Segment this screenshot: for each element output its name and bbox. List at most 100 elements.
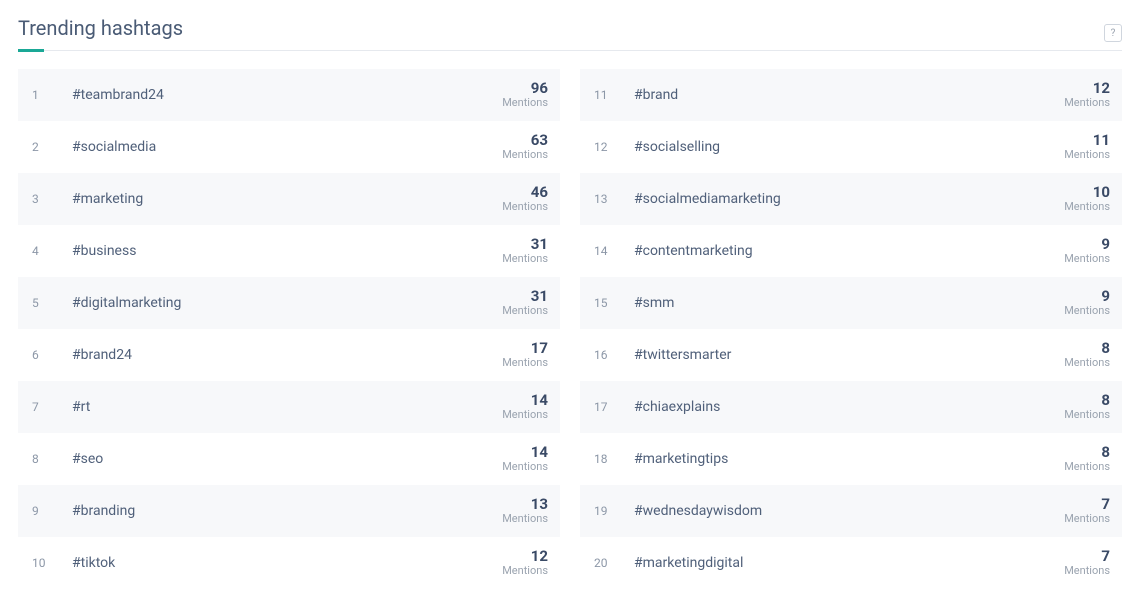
metrics: 10 Mentions bbox=[1064, 184, 1110, 214]
list-item[interactable]: 11 #brand 12 Mentions bbox=[580, 69, 1122, 121]
mentions-label: Mentions bbox=[1064, 461, 1110, 474]
metrics: 8 Mentions bbox=[1064, 444, 1110, 474]
rank-number: 4 bbox=[28, 244, 72, 258]
mention-count: 12 bbox=[502, 548, 548, 565]
list-item[interactable]: 8 #seo 14 Mentions bbox=[18, 433, 560, 485]
mention-count: 8 bbox=[1064, 340, 1110, 357]
list-item[interactable]: 20 #marketingdigital 7 Mentions bbox=[580, 537, 1122, 589]
mentions-label: Mentions bbox=[1064, 97, 1110, 110]
hashtag-text: #branding bbox=[72, 503, 502, 519]
mentions-label: Mentions bbox=[502, 97, 548, 110]
metrics: 9 Mentions bbox=[1064, 288, 1110, 318]
list-item[interactable]: 12 #socialselling 11 Mentions bbox=[580, 121, 1122, 173]
help-button[interactable]: ? bbox=[1104, 24, 1122, 42]
rank-number: 5 bbox=[28, 296, 72, 310]
list-item[interactable]: 1 #teambrand24 96 Mentions bbox=[18, 69, 560, 121]
rank-number: 1 bbox=[28, 88, 72, 102]
mention-count: 17 bbox=[502, 340, 548, 357]
rank-number: 2 bbox=[28, 140, 72, 154]
mentions-label: Mentions bbox=[502, 201, 548, 214]
rank-number: 16 bbox=[590, 348, 634, 362]
mention-count: 14 bbox=[502, 392, 548, 409]
rank-number: 15 bbox=[590, 296, 634, 310]
list-item[interactable]: 7 #rt 14 Mentions bbox=[18, 381, 560, 433]
mention-count: 31 bbox=[502, 236, 548, 253]
list-item[interactable]: 5 #digitalmarketing 31 Mentions bbox=[18, 277, 560, 329]
mentions-label: Mentions bbox=[1064, 409, 1110, 422]
metrics: 46 Mentions bbox=[502, 184, 548, 214]
hashtag-column-left: 1 #teambrand24 96 Mentions 2 #socialmedi… bbox=[18, 69, 560, 589]
hashtag-column-right: 11 #brand 12 Mentions 12 #socialselling … bbox=[580, 69, 1122, 589]
hashtag-text: #contentmarketing bbox=[634, 243, 1064, 259]
rank-number: 3 bbox=[28, 192, 72, 206]
list-item[interactable]: 16 #twittersmarter 8 Mentions bbox=[580, 329, 1122, 381]
hashtag-text: #teambrand24 bbox=[72, 87, 502, 103]
rank-number: 19 bbox=[590, 504, 634, 518]
mention-count: 14 bbox=[502, 444, 548, 461]
panel-header: Trending hashtags ? bbox=[18, 16, 1122, 50]
mention-count: 7 bbox=[1064, 496, 1110, 513]
header-underline-accent bbox=[18, 49, 44, 52]
metrics: 31 Mentions bbox=[502, 236, 548, 266]
list-item[interactable]: 18 #marketingtips 8 Mentions bbox=[580, 433, 1122, 485]
metrics: 13 Mentions bbox=[502, 496, 548, 526]
mentions-label: Mentions bbox=[1064, 565, 1110, 578]
metrics: 8 Mentions bbox=[1064, 392, 1110, 422]
rank-number: 13 bbox=[590, 192, 634, 206]
list-item[interactable]: 17 #chiaexplains 8 Mentions bbox=[580, 381, 1122, 433]
mentions-label: Mentions bbox=[502, 357, 548, 370]
metrics: 7 Mentions bbox=[1064, 496, 1110, 526]
rank-number: 8 bbox=[28, 452, 72, 466]
rank-number: 18 bbox=[590, 452, 634, 466]
rank-number: 6 bbox=[28, 348, 72, 362]
list-item[interactable]: 6 #brand24 17 Mentions bbox=[18, 329, 560, 381]
mentions-label: Mentions bbox=[502, 253, 548, 266]
mention-count: 12 bbox=[1064, 80, 1110, 97]
hashtag-text: #brand24 bbox=[72, 347, 502, 363]
metrics: 14 Mentions bbox=[502, 392, 548, 422]
mention-count: 31 bbox=[502, 288, 548, 305]
metrics: 12 Mentions bbox=[1064, 80, 1110, 110]
mentions-label: Mentions bbox=[502, 149, 548, 162]
hashtag-text: #brand bbox=[634, 87, 1064, 103]
hashtag-text: #wednesdaywisdom bbox=[634, 503, 1064, 519]
hashtag-text: #socialmediamarketing bbox=[634, 191, 1064, 207]
mentions-label: Mentions bbox=[502, 513, 548, 526]
list-item[interactable]: 19 #wednesdaywisdom 7 Mentions bbox=[580, 485, 1122, 537]
mention-count: 9 bbox=[1064, 288, 1110, 305]
header-underline bbox=[18, 50, 1122, 51]
mention-count: 13 bbox=[502, 496, 548, 513]
list-item[interactable]: 13 #socialmediamarketing 10 Mentions bbox=[580, 173, 1122, 225]
hashtag-text: #marketingtips bbox=[634, 451, 1064, 467]
metrics: 7 Mentions bbox=[1064, 548, 1110, 578]
rank-number: 20 bbox=[590, 556, 634, 570]
mention-count: 8 bbox=[1064, 392, 1110, 409]
hashtag-text: #business bbox=[72, 243, 502, 259]
mention-count: 11 bbox=[1064, 132, 1110, 149]
hashtag-text: #socialselling bbox=[634, 139, 1064, 155]
metrics: 11 Mentions bbox=[1064, 132, 1110, 162]
metrics: 8 Mentions bbox=[1064, 340, 1110, 370]
list-item[interactable]: 3 #marketing 46 Mentions bbox=[18, 173, 560, 225]
mention-count: 8 bbox=[1064, 444, 1110, 461]
hashtag-text: #tiktok bbox=[72, 555, 502, 571]
hashtag-text: #marketingdigital bbox=[634, 555, 1064, 571]
mentions-label: Mentions bbox=[1064, 513, 1110, 526]
list-item[interactable]: 4 #business 31 Mentions bbox=[18, 225, 560, 277]
hashtag-text: #digitalmarketing bbox=[72, 295, 502, 311]
mention-count: 10 bbox=[1064, 184, 1110, 201]
list-item[interactable]: 14 #contentmarketing 9 Mentions bbox=[580, 225, 1122, 277]
hashtag-text: #marketing bbox=[72, 191, 502, 207]
mentions-label: Mentions bbox=[502, 461, 548, 474]
mentions-label: Mentions bbox=[1064, 253, 1110, 266]
mentions-label: Mentions bbox=[1064, 305, 1110, 318]
list-item[interactable]: 9 #branding 13 Mentions bbox=[18, 485, 560, 537]
rank-number: 9 bbox=[28, 504, 72, 518]
list-item[interactable]: 15 #smm 9 Mentions bbox=[580, 277, 1122, 329]
list-item[interactable]: 2 #socialmedia 63 Mentions bbox=[18, 121, 560, 173]
mention-count: 46 bbox=[502, 184, 548, 201]
list-item[interactable]: 10 #tiktok 12 Mentions bbox=[18, 537, 560, 589]
hashtag-text: #socialmedia bbox=[72, 139, 502, 155]
metrics: 96 Mentions bbox=[502, 80, 548, 110]
mentions-label: Mentions bbox=[1064, 357, 1110, 370]
